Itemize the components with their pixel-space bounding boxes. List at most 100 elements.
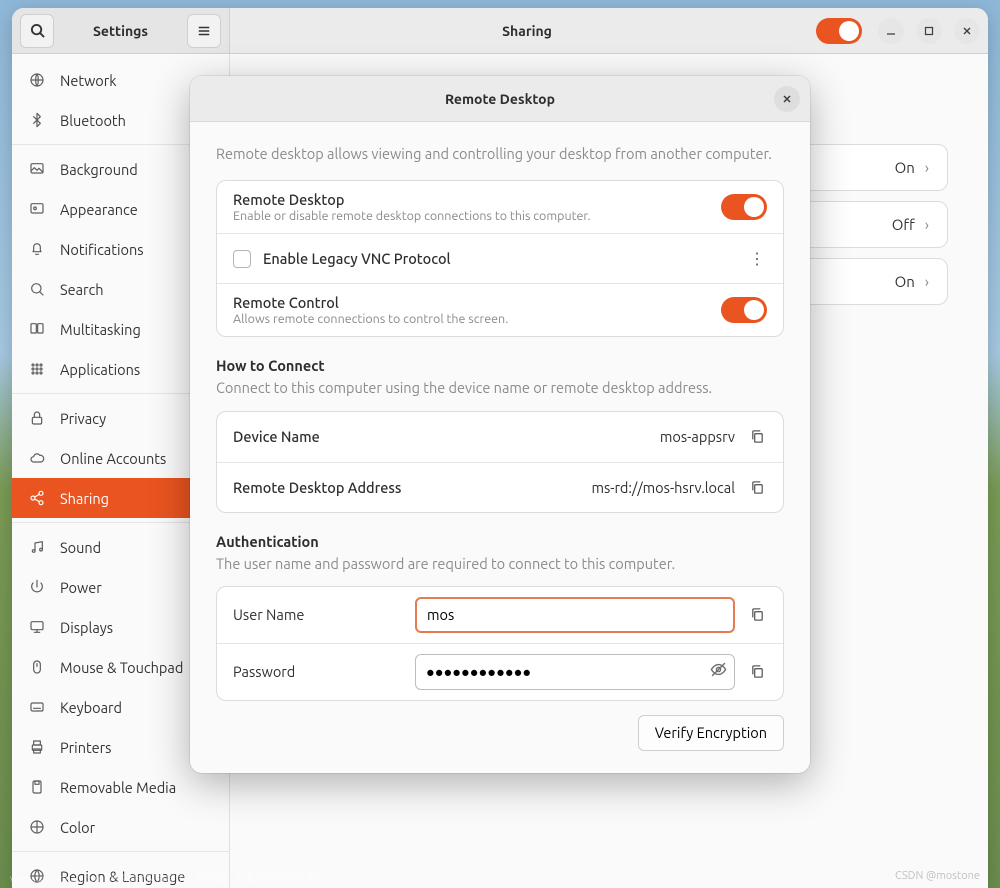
sidebar-item-label: Applications xyxy=(60,361,140,378)
copy-address-button[interactable] xyxy=(747,477,767,497)
maximize-icon xyxy=(924,26,934,36)
address-label: Remote Desktop Address xyxy=(233,479,579,496)
sharing-master-toggle[interactable] xyxy=(816,18,862,44)
chevron-right-icon: › xyxy=(925,159,929,176)
sidebar-item-label: Background xyxy=(60,161,138,178)
sidebar-item-label: Online Accounts xyxy=(60,450,166,467)
copy-icon xyxy=(750,480,765,495)
device-name-row: Device Name mos-appsrv xyxy=(217,412,783,462)
sidebar-item-label: Notifications xyxy=(60,241,144,258)
authentication-group: User Name Password xyxy=(216,586,784,701)
dialog-close-button[interactable] xyxy=(774,86,800,112)
copy-icon xyxy=(750,429,765,444)
close-icon xyxy=(782,94,792,104)
sidebar-item-label: Mouse & Touchpad xyxy=(60,659,183,676)
power-icon xyxy=(28,578,46,596)
sidebar-item-color[interactable]: Color xyxy=(12,807,229,847)
removable-icon xyxy=(28,778,46,796)
remote-desktop-label: Remote Desktop xyxy=(233,191,709,208)
search-icon xyxy=(30,23,45,38)
sidebar-item-label: Bluetooth xyxy=(60,112,126,129)
verify-encryption-button[interactable]: Verify Encryption xyxy=(638,715,784,751)
app-title: Settings xyxy=(54,23,187,39)
eye-off-icon xyxy=(710,661,727,678)
chevron-right-icon: › xyxy=(925,216,929,233)
how-to-connect-title: How to Connect xyxy=(216,357,784,374)
remote-control-sub: Allows remote connections to control the… xyxy=(233,312,709,326)
chevron-right-icon: › xyxy=(925,273,929,290)
state-label: On xyxy=(895,273,915,290)
lock-icon xyxy=(28,409,46,427)
bell-icon xyxy=(28,240,46,258)
sidebar-item-label: Displays xyxy=(60,619,113,636)
copy-device-name-button[interactable] xyxy=(747,427,767,447)
sidebar-item-label: Appearance xyxy=(60,201,138,218)
sound-icon xyxy=(28,538,46,556)
appearance-icon xyxy=(28,200,46,218)
sidebar-item-label: Printers xyxy=(60,739,111,756)
sidebar-item-label: Color xyxy=(60,819,95,836)
dialog-header: Remote Desktop xyxy=(190,76,810,122)
titlebar: Settings Sharing xyxy=(12,8,988,54)
remote-desktop-row: Remote Desktop Enable or disable remote … xyxy=(217,181,783,233)
remote-desktop-toggle[interactable] xyxy=(721,194,767,220)
close-button[interactable] xyxy=(954,18,980,44)
device-name-value: mos-appsrv xyxy=(660,428,735,445)
remote-desktop-sub: Enable or disable remote desktop connect… xyxy=(233,209,709,223)
vnc-checkbox[interactable] xyxy=(233,250,251,268)
multitask-icon xyxy=(28,320,46,338)
copy-icon xyxy=(750,664,765,679)
password-row: Password xyxy=(217,643,783,700)
close-icon xyxy=(962,26,972,36)
watermark: CSDN @mostone xyxy=(895,870,980,882)
address-value: ms-rd://mos-hsrv.local xyxy=(591,479,735,496)
sidebar-item-label: Sharing xyxy=(60,490,109,507)
search-button[interactable] xyxy=(20,14,54,48)
hamburger-icon xyxy=(197,24,211,38)
remote-control-toggle[interactable] xyxy=(721,297,767,323)
dialog-title: Remote Desktop xyxy=(445,91,555,107)
mouse-icon xyxy=(28,658,46,676)
authentication-title: Authentication xyxy=(216,533,784,550)
state-label: Off xyxy=(892,216,915,233)
minimize-icon xyxy=(886,26,896,36)
dialog-footer: Verify Encryption xyxy=(216,715,784,751)
titlebar-left: Settings xyxy=(12,8,230,53)
dialog-body: Remote desktop allows viewing and contro… xyxy=(190,122,810,773)
sidebar-item-label: Sound xyxy=(60,539,101,556)
state-label: On xyxy=(895,159,915,176)
search-icon xyxy=(28,280,46,298)
sidebar-separator xyxy=(12,851,229,852)
watermark-footer: www.toymoban.com 网络图片仅供展示，非存储，如有侵权请联系删除 xyxy=(10,870,325,885)
sidebar-item-removable-media[interactable]: Removable Media xyxy=(12,767,229,807)
address-row: Remote Desktop Address ms-rd://mos-hsrv.… xyxy=(217,462,783,512)
remote-desktop-group: Remote Desktop Enable or disable remote … xyxy=(216,180,784,337)
device-name-label: Device Name xyxy=(233,428,648,445)
dialog-intro: Remote desktop allows viewing and contro… xyxy=(216,144,784,164)
remote-control-row: Remote Control Allows remote connections… xyxy=(217,283,783,336)
copy-username-button[interactable] xyxy=(747,605,767,625)
printer-icon xyxy=(28,738,46,756)
copy-icon xyxy=(750,607,765,622)
keyboard-icon xyxy=(28,698,46,716)
apps-icon xyxy=(28,360,46,378)
minimize-button[interactable] xyxy=(878,18,904,44)
sidebar-item-label: Privacy xyxy=(60,410,106,427)
maximize-button[interactable] xyxy=(916,18,942,44)
remote-control-label: Remote Control xyxy=(233,294,709,311)
bluetooth-icon xyxy=(28,111,46,129)
password-input[interactable] xyxy=(415,654,735,690)
display-icon xyxy=(28,618,46,636)
vnc-menu-button[interactable]: ⋮ xyxy=(747,249,767,268)
globe-icon xyxy=(28,71,46,89)
how-to-connect-sub: Connect to this computer using the devic… xyxy=(216,378,784,398)
page-title: Sharing xyxy=(238,23,816,39)
hamburger-menu-button[interactable] xyxy=(187,14,221,48)
password-label: Password xyxy=(233,663,403,680)
titlebar-right: Sharing xyxy=(230,8,988,53)
toggle-password-visibility-button[interactable] xyxy=(710,661,727,682)
copy-password-button[interactable] xyxy=(747,662,767,682)
remote-desktop-dialog: Remote Desktop Remote desktop allows vie… xyxy=(190,76,810,773)
username-input[interactable] xyxy=(415,597,735,633)
authentication-sub: The user name and password are required … xyxy=(216,554,784,574)
